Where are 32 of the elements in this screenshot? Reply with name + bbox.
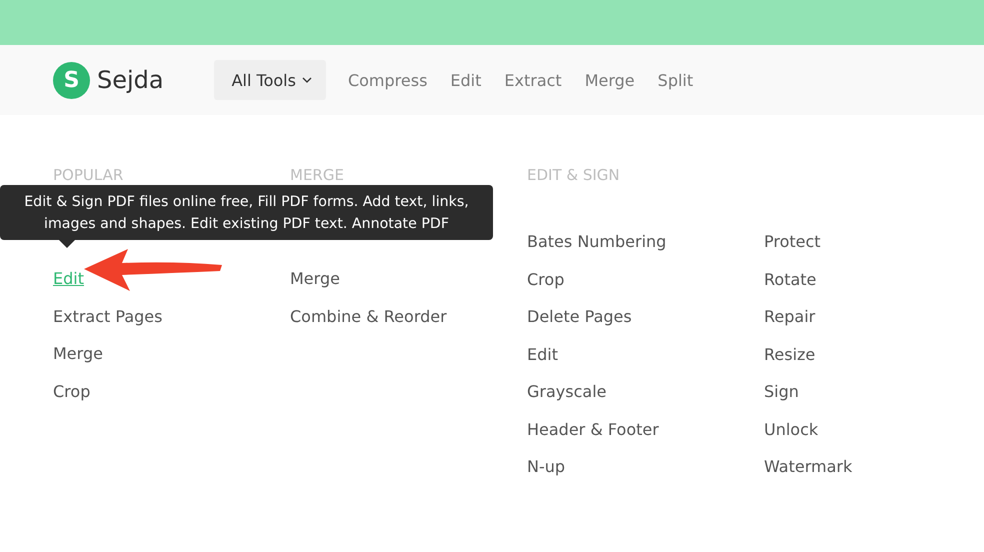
tooltip-pointer-icon <box>59 240 75 248</box>
section-heading: EDIT & SIGN <box>527 165 621 185</box>
tool-link[interactable]: Unlock <box>764 410 818 448</box>
tool-link[interactable]: N-up <box>527 448 566 486</box>
tooltip: Edit & Sign PDF files online free, Fill PDF forms. Add text, links, images and shapes. Edit existing PDF text. Annotate PDF <box>0 185 493 240</box>
tool-link[interactable]: Extract Pages <box>53 298 162 335</box>
tool-link[interactable]: Combine & Reorder <box>290 298 447 335</box>
nav-link[interactable]: Compress <box>348 70 428 90</box>
tool-link[interactable]: Merge <box>290 260 340 298</box>
nav-link[interactable]: Merge <box>584 70 635 90</box>
chevron-down-icon <box>302 77 312 83</box>
tool-link[interactable]: Crop <box>53 372 90 410</box>
tool-link[interactable]: Rotate <box>764 260 816 298</box>
brand-name[interactable]: Sejda <box>97 66 164 94</box>
tool-link[interactable]: Repair <box>764 298 816 336</box>
tool-link[interactable]: Header & Footer <box>527 410 659 448</box>
tool-link[interactable]: Protect <box>764 223 821 260</box>
tool-link[interactable]: Crop <box>527 260 564 298</box>
tool-link[interactable]: Resize <box>764 336 816 373</box>
section-heading: MERGE <box>290 165 345 185</box>
nav-link[interactable]: Extract <box>504 70 562 90</box>
tool-link[interactable]: Bates Numbering <box>527 223 666 260</box>
section-heading: POPULAR <box>53 165 124 185</box>
tool-link[interactable]: Grayscale <box>527 373 606 410</box>
tool-link[interactable]: Merge <box>53 335 103 372</box>
all-tools-button[interactable]: All Tools <box>214 60 326 100</box>
nav-link[interactable]: Edit <box>450 70 482 90</box>
tool-link[interactable]: Delete Pages <box>527 298 632 336</box>
nav-link[interactable]: Split <box>658 70 694 90</box>
tool-link[interactable]: Edit <box>527 336 558 373</box>
tool-link[interactable]: Watermark <box>764 448 852 486</box>
tool-link[interactable]: Sign <box>764 373 799 410</box>
